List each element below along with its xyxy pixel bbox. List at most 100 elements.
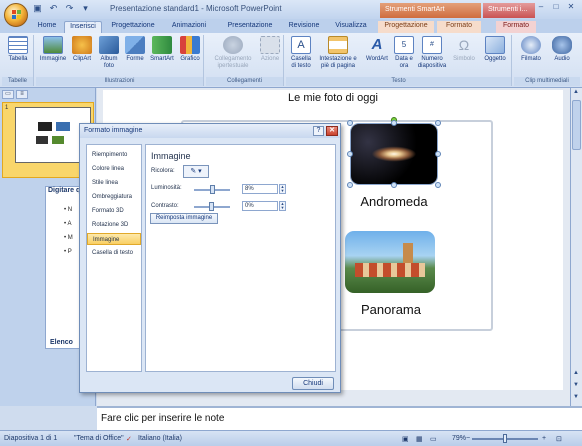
audio-button[interactable]: Audio (548, 36, 576, 63)
recolor-label: Ricolora: (151, 168, 175, 174)
tab-inserisci[interactable]: Inserisci (64, 21, 102, 33)
object-button[interactable]: Oggetto (480, 36, 510, 63)
group-collegamenti: Collegamento ipertestuale Azione Collega… (206, 35, 284, 86)
slide-number-button[interactable]: # Numero diapositiva (416, 36, 448, 70)
office-logo-icon (12, 10, 22, 21)
brightness-slider-knob[interactable] (210, 185, 215, 194)
reset-picture-button[interactable]: Reimposta immagine (150, 213, 218, 224)
slide-title[interactable]: Le mie foto di oggi (103, 92, 563, 104)
text-pane-bullet[interactable]: • A (64, 217, 73, 231)
category-colore-linea[interactable]: Colore linea (87, 163, 141, 175)
qat-dropdown-icon[interactable]: ▾ (80, 3, 91, 14)
shapes-button[interactable]: Forme (124, 36, 146, 63)
undo-icon[interactable]: ↶ (48, 3, 59, 14)
header-footer-button[interactable]: Intestazione e piè di pagina (316, 36, 360, 70)
symbol-button[interactable]: Ω Simbolo (450, 36, 478, 63)
outline-tab-icon[interactable]: ≡ (16, 90, 28, 99)
category-riempimento[interactable]: Riempimento (87, 149, 141, 161)
zoom-slider-knob[interactable] (503, 434, 507, 443)
normal-view-icon[interactable]: ▣ (402, 435, 409, 443)
caption-panorama[interactable]: Panorama (331, 302, 451, 317)
smartart-icon (152, 36, 172, 54)
zoom-level[interactable]: 79% (452, 435, 466, 442)
movie-button[interactable]: Filmato (516, 36, 546, 63)
category-stile-linea[interactable]: Stile linea (87, 177, 141, 189)
textbox-button[interactable]: A Casella di testo (288, 36, 314, 70)
scroll-up-icon[interactable]: ▲ (573, 89, 579, 95)
table-button[interactable]: Tabella (4, 36, 32, 63)
smartart-button[interactable]: SmartArt (148, 36, 176, 63)
text-pane-bullet[interactable]: • P (64, 245, 73, 259)
zoom-out-icon[interactable]: − (466, 435, 470, 442)
brightness-input[interactable]: 8% (242, 184, 278, 194)
recolor-dropdown[interactable]: ✎ ▾ (183, 165, 209, 178)
hyperlink-button[interactable]: Collegamento ipertestuale (208, 36, 258, 70)
notes-pane[interactable]: Fare clic per inserire le note (97, 406, 582, 430)
selection-handle[interactable] (435, 120, 441, 126)
language[interactable]: Italiano (Italia) (138, 435, 182, 442)
tab-smartart-formato[interactable]: Formato (437, 21, 481, 33)
slideshow-icon[interactable]: ▭ (430, 435, 437, 443)
category-ombreggiatura[interactable]: Ombreggiatura (87, 191, 141, 203)
selection-handle[interactable] (347, 120, 353, 126)
help-button[interactable]: ? (313, 126, 324, 136)
panorama-photo[interactable] (345, 231, 435, 293)
tab-smartart-progettazione[interactable]: Progettazione (378, 21, 434, 33)
window-controls: – □ ✕ (534, 1, 578, 13)
minimize-button[interactable]: – (534, 1, 548, 13)
wordart-button[interactable]: A WordArt (362, 36, 392, 63)
category-immagine[interactable]: Immagine (87, 233, 141, 245)
window-title: Presentazione standard1 - Microsoft Powe… (110, 4, 282, 13)
clipart-button[interactable]: ClipArt (70, 36, 94, 63)
redo-icon[interactable]: ↷ (64, 3, 75, 14)
selection-handle[interactable] (435, 182, 441, 188)
chart-button[interactable]: Grafico (178, 36, 202, 63)
close-window-button[interactable]: ✕ (564, 1, 578, 13)
maximize-button[interactable]: □ (549, 1, 563, 13)
scroll-thumb[interactable] (572, 100, 581, 150)
tab-presentazione[interactable]: Presentazione (220, 21, 280, 33)
date-time-button[interactable]: 5 Data e ora (394, 36, 414, 70)
contrast-input[interactable]: 0% (242, 201, 278, 211)
category-casella-di-testo[interactable]: Casella di testo (87, 247, 141, 259)
image-button[interactable]: Immagine (38, 36, 68, 63)
scroll-down-page-icon[interactable]: ▼ (573, 382, 579, 388)
caption-andromeda[interactable]: Andromeda (334, 194, 454, 209)
category-rotazione-3d[interactable]: Rotazione 3D (87, 219, 141, 231)
selection-handle[interactable] (347, 182, 353, 188)
tab-animazioni[interactable]: Animazioni (164, 21, 214, 33)
save-icon[interactable]: ▣ (32, 3, 43, 14)
album-button[interactable]: Album foto (96, 36, 122, 70)
selection-handle[interactable] (435, 151, 441, 157)
zoom-in-icon[interactable]: + (542, 435, 546, 442)
tab-home[interactable]: Home (32, 21, 62, 33)
scroll-up-page-icon[interactable]: ▲ (573, 370, 579, 376)
text-pane-bullet[interactable]: • M (64, 231, 73, 245)
spellcheck-icon[interactable]: ✓ (126, 435, 132, 443)
tab-visualizza[interactable]: Visualizza (330, 21, 372, 33)
contrast-spinner-icon[interactable]: ▲ ▼ (279, 201, 286, 211)
dialog-close-button[interactable]: ✕ (326, 126, 338, 136)
vertical-scrollbar[interactable]: ▲ ▲ ▼ ▼ (570, 88, 582, 406)
brightness-spinner-icon[interactable]: ▲ ▼ (279, 184, 286, 194)
tab-image-formato[interactable]: Formato (496, 21, 536, 33)
office-button[interactable] (4, 3, 28, 27)
action-button[interactable]: Azione (258, 36, 282, 63)
fit-window-icon[interactable]: ⊡ (556, 435, 562, 443)
contrast-slider-knob[interactable] (209, 202, 214, 211)
selection-handle[interactable] (347, 151, 353, 157)
category-formato-3d[interactable]: Formato 3D (87, 205, 141, 217)
tab-progettazione[interactable]: Progettazione (106, 21, 160, 33)
andromeda-photo[interactable] (350, 123, 438, 185)
slide-sorter-icon[interactable]: ▦ (416, 435, 423, 443)
group-tabelle: Tabella Tabelle (2, 35, 34, 86)
slides-tab-icon[interactable]: ▭ (2, 90, 14, 99)
notes-placeholder: Fare clic per inserire le note (101, 413, 225, 424)
text-pane-bullet[interactable]: • N (64, 203, 73, 217)
close-button[interactable]: Chiudi (292, 377, 334, 390)
scroll-down-icon[interactable]: ▼ (573, 394, 579, 400)
dialog-titlebar[interactable]: Formato immagine ? ✕ (80, 124, 340, 138)
tab-revisione[interactable]: Revisione (284, 21, 324, 33)
selection-handle[interactable] (391, 120, 397, 126)
selection-handle[interactable] (391, 182, 397, 188)
